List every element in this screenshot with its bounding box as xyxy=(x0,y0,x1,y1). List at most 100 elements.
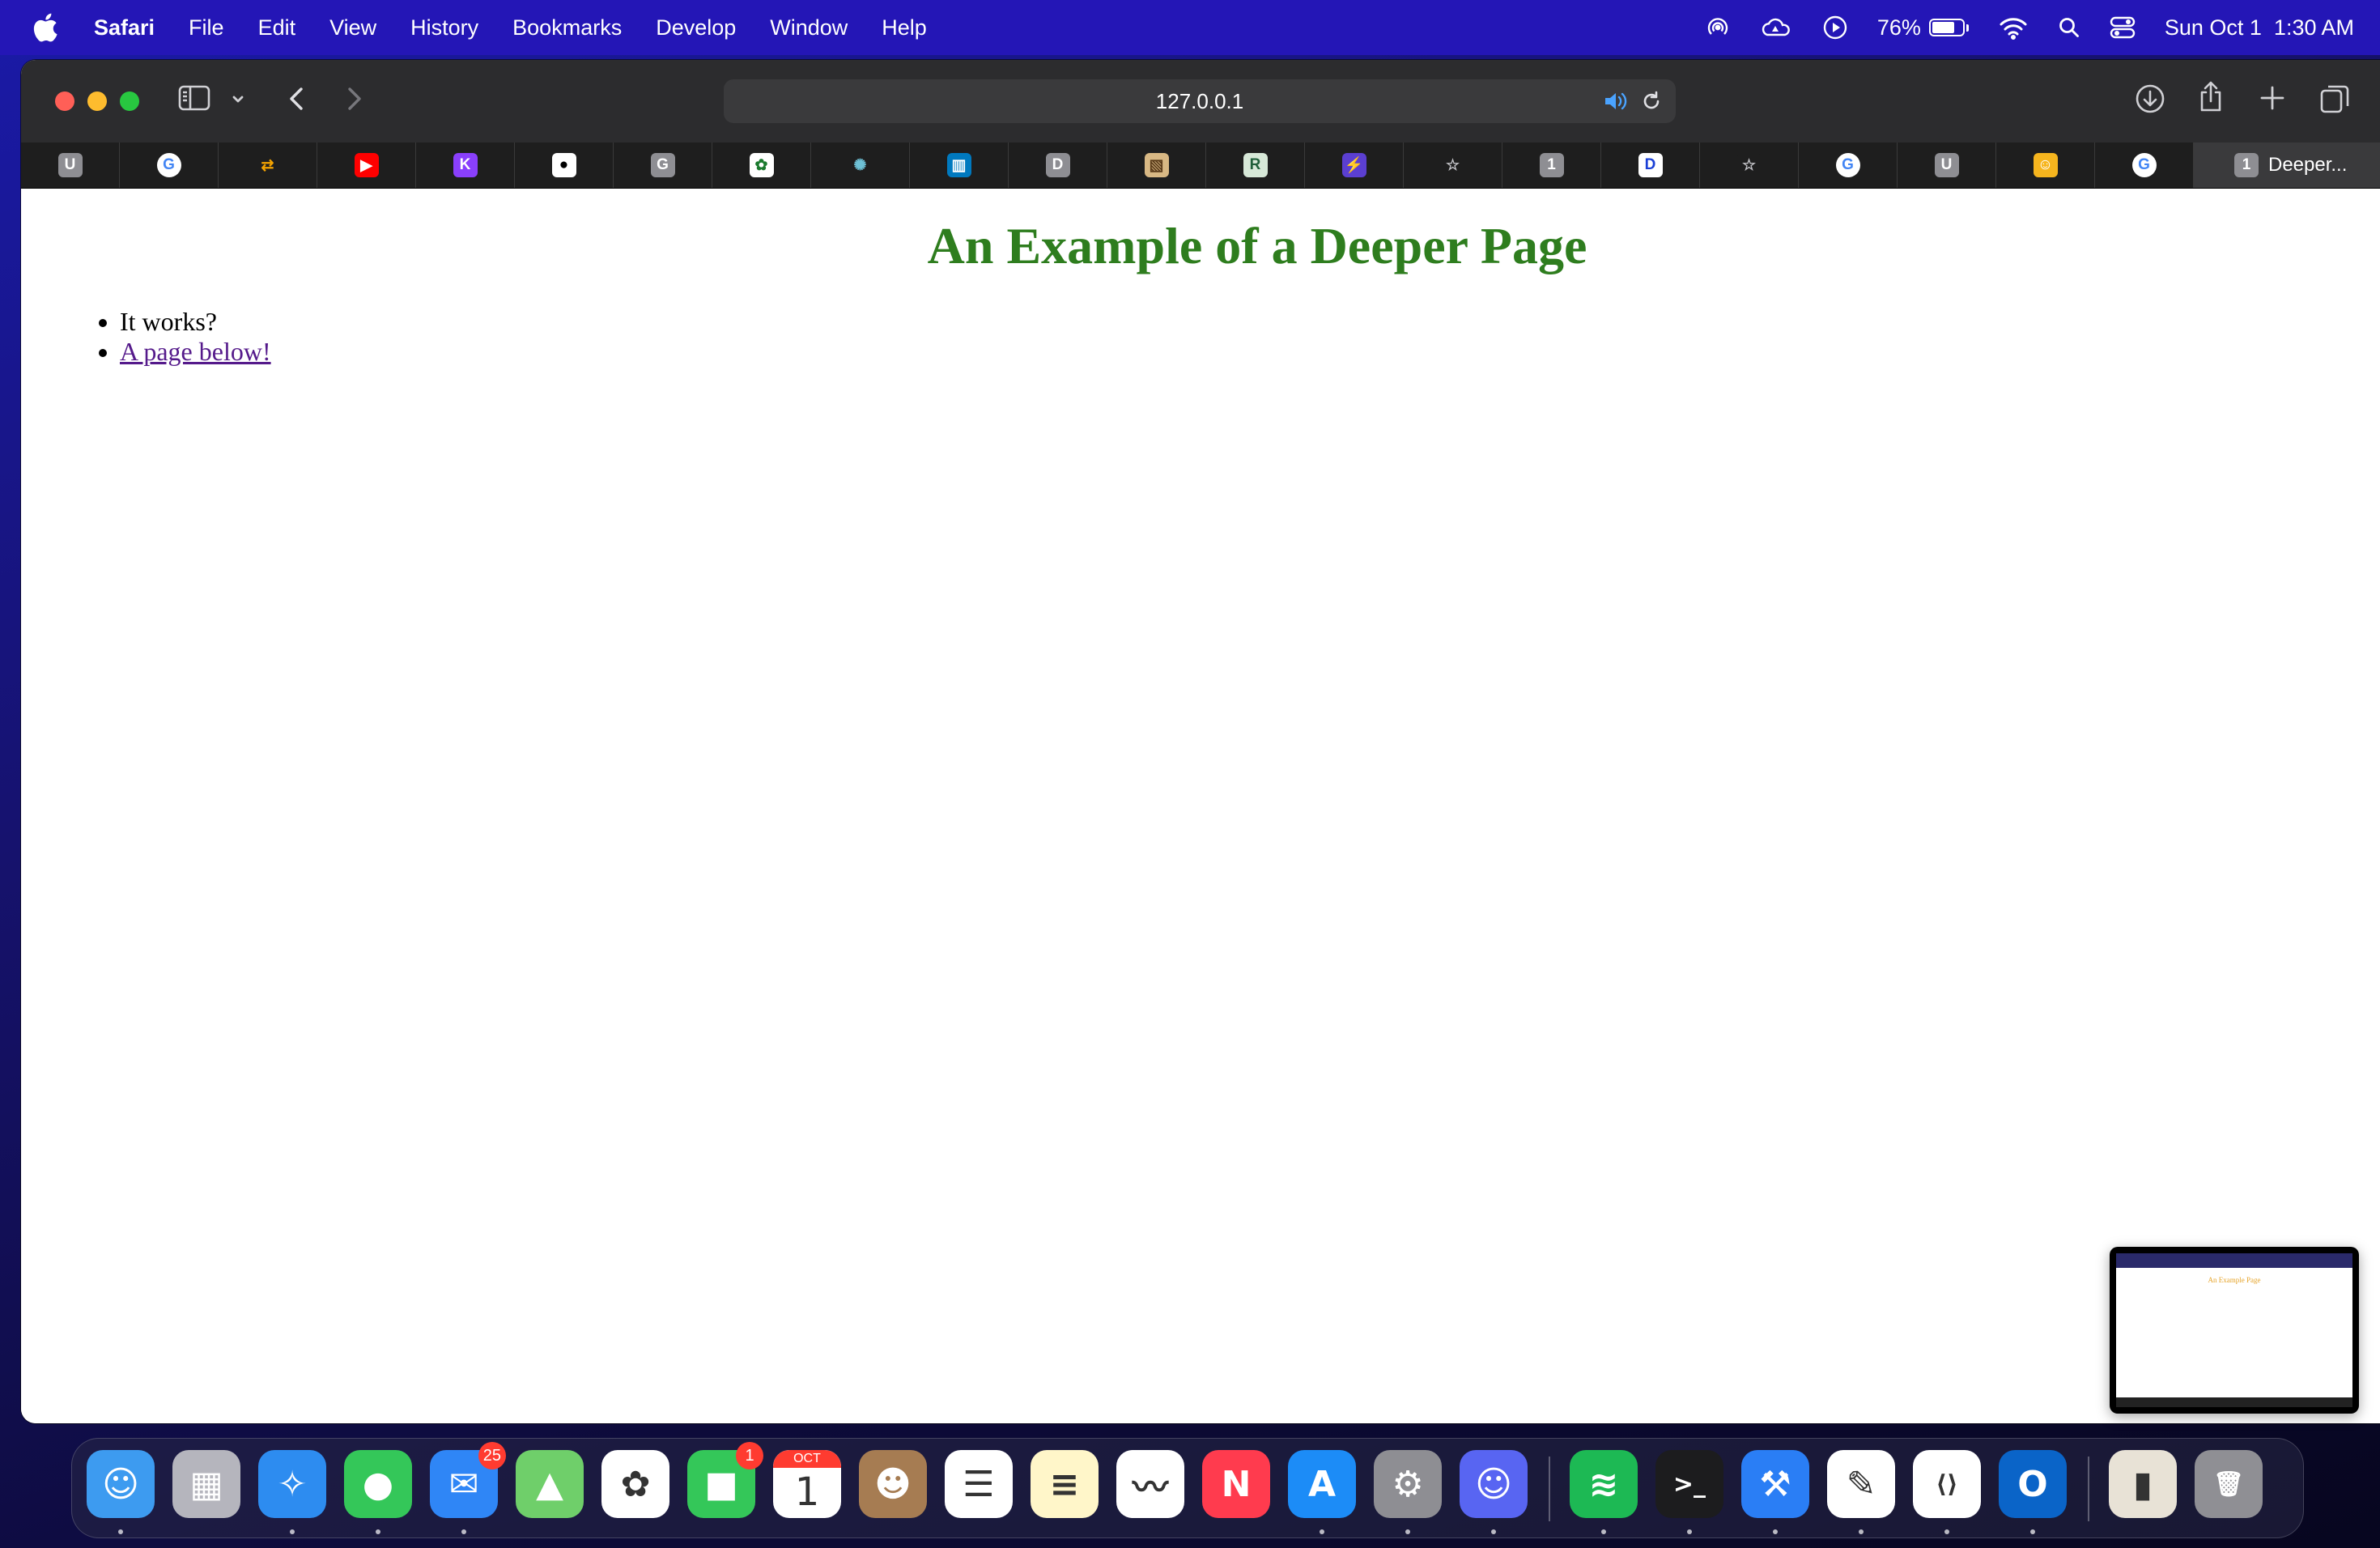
recent-document-icon[interactable]: ▮ xyxy=(2109,1450,2177,1518)
menu-clock[interactable]: Sun Oct 1 1:30 AM xyxy=(2165,15,2354,40)
tab[interactable]: D xyxy=(1009,142,1107,188)
page-below-link[interactable]: A page below! xyxy=(120,337,271,366)
running-indicator xyxy=(1491,1529,1496,1534)
tab[interactable]: G xyxy=(1799,142,1898,188)
close-window-button[interactable] xyxy=(55,91,74,111)
menu-history[interactable]: History xyxy=(410,15,478,40)
chevron-down-icon[interactable] xyxy=(230,91,246,107)
tab[interactable]: G xyxy=(120,142,219,188)
screenshot-thumbnail[interactable]: An Example Page xyxy=(2110,1247,2359,1414)
sidebar-toggle-icon[interactable] xyxy=(178,84,210,112)
calendar-icon[interactable]: OCT 1 xyxy=(773,1450,841,1518)
vscode-icon[interactable]: ⟨⟩ xyxy=(1913,1450,1981,1518)
tab[interactable]: 1 xyxy=(1502,142,1601,188)
youtube-favicon: ▶ xyxy=(354,153,379,177)
tab[interactable]: ● xyxy=(515,142,614,188)
reminders-icon[interactable]: ☰ xyxy=(945,1450,1013,1518)
messages-icon[interactable]: ● xyxy=(344,1450,412,1518)
wifi-icon[interactable] xyxy=(1998,15,2029,40)
tab[interactable]: ▥ xyxy=(910,142,1009,188)
share-icon[interactable] xyxy=(2197,79,2225,113)
dock-icon-glyph: ✿ xyxy=(620,1463,651,1505)
launchpad-icon[interactable]: ▦ xyxy=(172,1450,240,1518)
downloads-icon[interactable] xyxy=(2134,83,2166,115)
news-icon[interactable]: N xyxy=(1202,1450,1270,1518)
airdrop-icon[interactable] xyxy=(1704,14,1732,41)
disney-favicon: D xyxy=(1638,153,1663,177)
trash-icon[interactable]: 🗑 xyxy=(2195,1450,2263,1518)
spotify-icon[interactable]: ≋ xyxy=(1570,1450,1638,1518)
textedit-icon[interactable]: ✎ xyxy=(1827,1450,1895,1518)
tab[interactable]: ⇄ xyxy=(219,142,317,188)
menu-view[interactable]: View xyxy=(329,15,376,40)
facetime-icon[interactable]: ■ 1 xyxy=(687,1442,763,1518)
tab[interactable]: K xyxy=(416,142,515,188)
running-indicator xyxy=(1944,1529,1949,1534)
contacts-icon[interactable]: ☻ xyxy=(859,1450,927,1518)
finder-icon[interactable]: ☺ xyxy=(87,1450,155,1518)
system-settings-icon[interactable]: ⚙ xyxy=(1374,1450,1442,1518)
battery-indicator[interactable]: 76% xyxy=(1877,15,1969,40)
tab[interactable]: U xyxy=(1898,142,1996,188)
tab[interactable]: U xyxy=(21,142,120,188)
tab[interactable]: ☺ xyxy=(1996,142,2095,188)
tab[interactable]: G xyxy=(2095,142,2194,188)
running-indicator xyxy=(1405,1529,1410,1534)
control-center-icon[interactable] xyxy=(2110,15,2136,40)
google-favicon: G xyxy=(1835,153,1860,177)
dock-icon-glyph: ▮ xyxy=(2132,1463,2153,1505)
apple-menu-icon[interactable] xyxy=(31,11,58,44)
tab[interactable]: ✺ xyxy=(811,142,910,188)
tab[interactable]: ☆ xyxy=(1700,142,1799,188)
audio-playing-icon[interactable] xyxy=(1603,90,1630,118)
tab[interactable]: ⚡ xyxy=(1305,142,1404,188)
tab[interactable]: R xyxy=(1206,142,1305,188)
tab[interactable]: D xyxy=(1601,142,1700,188)
mail-icon[interactable]: ✉ 25 xyxy=(430,1442,506,1518)
one-favicon: 1 xyxy=(2234,153,2259,177)
running-indicator xyxy=(118,1529,123,1534)
reload-icon[interactable] xyxy=(1640,90,1663,118)
outlook-icon[interactable]: O xyxy=(1999,1450,2067,1518)
url-text[interactable]: 127.0.0.1 xyxy=(1156,89,1243,114)
menu-window[interactable]: Window xyxy=(770,15,848,40)
spotlight-search-icon[interactable] xyxy=(2058,16,2080,39)
menu-develop[interactable]: Develop xyxy=(656,15,736,40)
menu-edit[interactable]: Edit xyxy=(258,15,296,40)
terminal-icon[interactable]: >_ xyxy=(1655,1450,1723,1518)
k-favicon: K xyxy=(453,153,478,177)
freeform-icon[interactable]: 〰 xyxy=(1116,1450,1184,1518)
weather-icon[interactable] xyxy=(1761,15,1793,40)
discord-icon[interactable]: ☺ xyxy=(1460,1450,1528,1518)
menu-app-name[interactable]: Safari xyxy=(94,15,155,40)
safari-icon[interactable]: ✧ xyxy=(258,1450,326,1518)
app-store-icon[interactable]: A xyxy=(1288,1450,1356,1518)
notes-icon[interactable]: ≡ xyxy=(1031,1450,1099,1518)
menu-file[interactable]: File xyxy=(189,15,224,40)
minimize-window-button[interactable] xyxy=(87,91,107,111)
menu-bookmarks[interactable]: Bookmarks xyxy=(512,15,622,40)
calendar-month: OCT xyxy=(773,1450,841,1468)
xcode-icon[interactable]: ⚒ xyxy=(1741,1450,1809,1518)
maps-icon[interactable]: ▲ xyxy=(516,1450,584,1518)
tab-bar: U G ⇄ ▶ K ● G ✿ ✺ ▥ D ▧ R ⚡ ☆ 1 D ☆ G U ☺ G 1 Deeper... xyxy=(21,142,2380,189)
tab[interactable]: G xyxy=(614,142,712,188)
zoom-window-button[interactable] xyxy=(120,91,139,111)
dock-icon-glyph: ☺ xyxy=(1475,1463,1512,1505)
forward-arrow-icon[interactable] xyxy=(342,84,366,113)
tab[interactable]: ✿ xyxy=(712,142,811,188)
u-favicon: U xyxy=(57,153,83,177)
back-arrow-icon[interactable] xyxy=(285,84,309,113)
tab[interactable]: ▶ xyxy=(317,142,416,188)
tab-overview-icon[interactable] xyxy=(2318,83,2351,115)
new-tab-icon[interactable] xyxy=(2259,84,2286,112)
menu-help[interactable]: Help xyxy=(882,15,927,40)
running-indicator xyxy=(1601,1529,1606,1534)
photos-icon[interactable]: ✿ xyxy=(601,1450,669,1518)
tab[interactable]: ▧ xyxy=(1107,142,1206,188)
tab[interactable]: ☆ xyxy=(1404,142,1502,188)
now-playing-icon[interactable] xyxy=(1822,15,1848,40)
tab-active[interactable]: 1 Deeper... xyxy=(2194,142,2380,188)
address-bar[interactable]: 127.0.0.1 xyxy=(724,79,1676,123)
dock-icon-glyph: O xyxy=(2017,1463,2048,1505)
